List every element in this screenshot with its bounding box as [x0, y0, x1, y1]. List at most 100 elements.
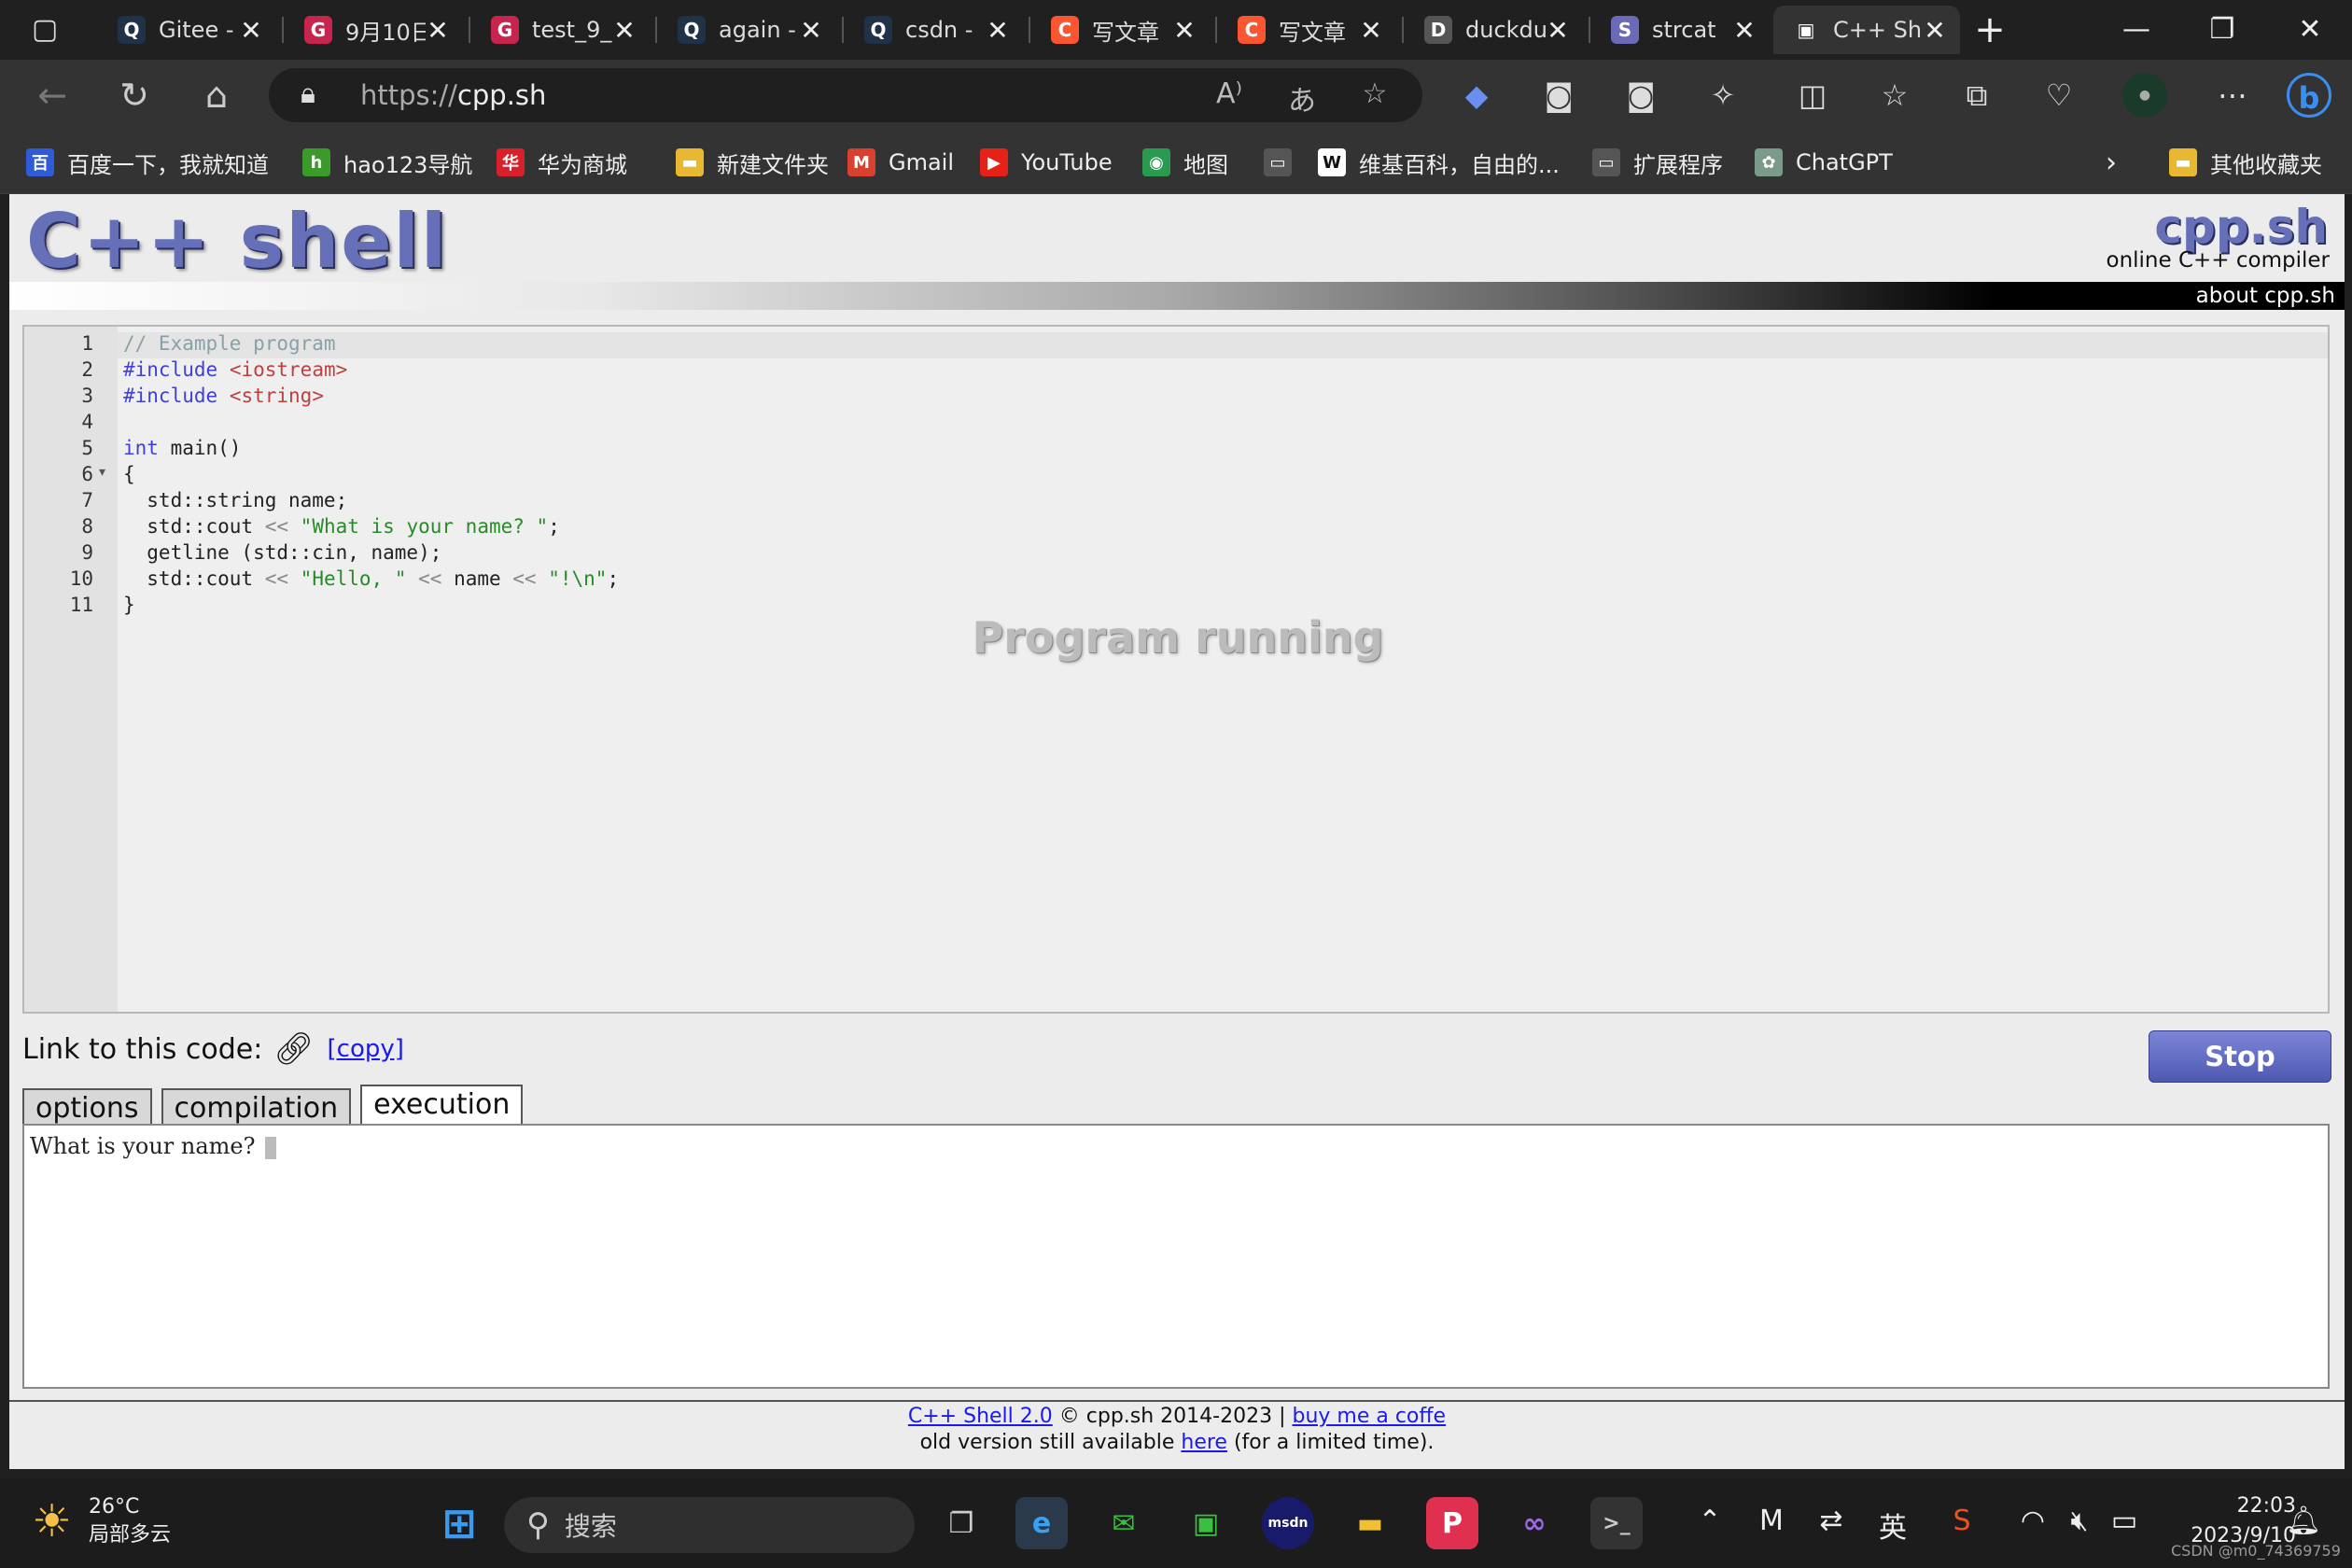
refresh-icon[interactable]: ↻: [110, 71, 159, 119]
tab-close-icon[interactable]: ✕: [1923, 15, 1947, 46]
browser-tab[interactable]: Dduckdu ✕: [1406, 6, 1583, 54]
bookmark-item[interactable]: ▭: [1264, 144, 1305, 181]
bookmark-item[interactable]: ▭ 扩展程序: [1592, 144, 1723, 181]
sogou-icon[interactable]: S: [1943, 1505, 1981, 1537]
performance-icon[interactable]: ♡: [2037, 73, 2081, 118]
tab-compilation[interactable]: compilation: [161, 1088, 352, 1127]
wifi-icon[interactable]: ◠: [2014, 1505, 2051, 1537]
taskbar-search[interactable]: ⚲ 搜索: [504, 1497, 915, 1553]
bookmark-item[interactable]: h hao123导航: [302, 144, 472, 181]
wechat-icon[interactable]: ✉: [1098, 1497, 1150, 1549]
stop-button[interactable]: Stop: [2149, 1030, 2331, 1083]
code-line-6[interactable]: {: [123, 463, 135, 485]
extension-bird-icon[interactable]: ◆: [1454, 73, 1499, 118]
file-explorer-icon[interactable]: ▬: [1344, 1497, 1396, 1549]
bookmark-item[interactable]: ▶ YouTube: [980, 144, 1113, 181]
browser-tab[interactable]: C 写文章 ✕: [1032, 6, 1210, 54]
browser-tab[interactable]: Q Gitee - ✕: [99, 6, 276, 54]
code-line-3[interactable]: #include <string>: [123, 385, 324, 407]
browser-tab[interactable]: Qcsdn - ✕: [846, 6, 1023, 54]
favorite-star-icon[interactable]: ☆: [1355, 77, 1394, 110]
tab-close-icon[interactable]: ✕: [1172, 15, 1197, 46]
about-link[interactable]: about cpp.sh: [2196, 284, 2335, 308]
restore-button[interactable]: ❐: [2190, 7, 2255, 52]
browser-tab[interactable]: Qagain - ✕: [659, 6, 836, 54]
bing-copilot-icon[interactable]: b: [2287, 73, 2331, 118]
tab-actions-icon[interactable]: ▢: [22, 15, 67, 45]
start-windows-icon[interactable]: ⊞: [433, 1497, 485, 1549]
tab-close-icon[interactable]: ✕: [1359, 15, 1383, 46]
bookmark-item[interactable]: M Gmail: [847, 144, 954, 181]
code-line-8[interactable]: std::cout << "What is your name? ";: [123, 515, 560, 538]
more-menu-icon[interactable]: ⋯: [2210, 73, 2255, 118]
pdf-app-icon[interactable]: P: [1426, 1497, 1478, 1549]
ime-indicator[interactable]: 英: [1874, 1505, 1911, 1546]
bookmark-item[interactable]: 百百度一下，我就知道: [26, 144, 269, 181]
extension-glasses-icon[interactable]: ◙: [1536, 73, 1581, 118]
profile-avatar[interactable]: ●: [2122, 73, 2167, 118]
browser-tab[interactable]: Gtest_9_ ✕: [472, 6, 650, 54]
battery-icon[interactable]: ▭: [2106, 1505, 2143, 1537]
cpp-shell-version-link[interactable]: C++ Shell 2.0: [908, 1405, 1053, 1428]
collections-icon[interactable]: ⧉: [1954, 73, 1999, 118]
bookmark-item[interactable]: W 维基百科，自由的...: [1318, 144, 1560, 181]
home-icon[interactable]: ⌂: [192, 71, 241, 119]
lock-icon[interactable]: 🔒︎: [301, 77, 315, 110]
browser-tab[interactable]: ▣ C++ Sh ✕: [1773, 6, 1960, 54]
bookmark-item[interactable]: ✿ ChatGPT: [1755, 144, 1893, 181]
bookmarks-overflow-chevron-icon[interactable]: ›: [2106, 144, 2117, 181]
minimize-button[interactable]: —: [2104, 7, 2169, 52]
visual-studio-icon[interactable]: ∞: [1508, 1497, 1561, 1549]
tray-expand-icon[interactable]: ⌃: [1691, 1505, 1729, 1537]
msdn-icon[interactable]: msdn: [1262, 1497, 1314, 1549]
back-icon[interactable]: ←: [28, 71, 77, 119]
volume-muted-icon[interactable]: 🔇︎: [2061, 1505, 2098, 1537]
tab-options[interactable]: options: [22, 1088, 152, 1127]
tab-close-icon[interactable]: ✕: [799, 15, 823, 46]
link-chain-icon[interactable]: 🔗︎: [273, 1030, 314, 1068]
tray-settings-icon[interactable]: ⇄: [1813, 1505, 1850, 1537]
bookmark-item[interactable]: 华华为商城: [497, 144, 627, 181]
address-bar[interactable]: 🔒︎ https://cpp.sh A⁾ あ ☆: [269, 68, 1422, 122]
code-line-5[interactable]: int main(): [123, 437, 241, 459]
tab-close-icon[interactable]: ✕: [239, 15, 263, 46]
extensions-puzzle-icon[interactable]: ✧: [1701, 73, 1745, 118]
execution-console[interactable]: What is your name?: [22, 1124, 2330, 1389]
weather-widget[interactable]: ☀ 26°C 局部多云: [32, 1493, 171, 1549]
tab-close-icon[interactable]: ✕: [986, 15, 1010, 46]
brand-title[interactable]: cpp.sh: [2154, 200, 2328, 254]
close-window-button[interactable]: ✕: [2277, 7, 2343, 52]
fold-toggle-icon[interactable]: ▾: [99, 465, 105, 480]
code-line-9[interactable]: getline (std::cin, name);: [123, 541, 441, 564]
code-line-10[interactable]: std::cout << "Hello, " << name << "!\n";: [123, 567, 619, 590]
monitor-app-icon[interactable]: ▣: [1180, 1497, 1232, 1549]
tab-close-icon[interactable]: ✕: [426, 15, 450, 46]
browser-tab[interactable]: G 9月10日 ✕: [286, 6, 463, 54]
edge-browser-icon[interactable]: e: [1015, 1497, 1068, 1549]
old-version-here-link[interactable]: here: [1181, 1431, 1227, 1454]
cpp-shell-logo[interactable]: C++ shell: [26, 198, 448, 285]
tab-execution[interactable]: execution: [360, 1085, 524, 1127]
browser-tab[interactable]: C 写文章 ✕: [1219, 6, 1396, 54]
copy-link[interactable]: [copy]: [328, 1035, 404, 1063]
bookmark-other-folder[interactable]: ▬ 其他收藏夹: [2169, 144, 2322, 181]
code-line-1[interactable]: // Example program: [123, 332, 336, 355]
new-tab-button[interactable]: +: [1969, 9, 2010, 50]
code-line-7[interactable]: std::string name;: [123, 489, 347, 511]
buy-coffee-link[interactable]: buy me a coffe: [1292, 1405, 1446, 1428]
task-view-icon[interactable]: ❐: [935, 1497, 987, 1549]
translate-icon[interactable]: あ: [1282, 77, 1322, 119]
bookmark-item[interactable]: ◉ 地图: [1142, 144, 1228, 181]
tab-close-icon[interactable]: ✕: [612, 15, 637, 46]
url-text[interactable]: https://cpp.sh: [360, 79, 546, 111]
notification-bell-icon[interactable]: 🔔︎: [2285, 1505, 2322, 1537]
tray-app-icon[interactable]: Ⅿ: [1753, 1505, 1790, 1537]
split-screen-icon[interactable]: ◫: [1790, 73, 1835, 118]
extension-glasses-2-icon[interactable]: ◙: [1618, 73, 1663, 118]
tab-close-icon[interactable]: ✕: [1732, 15, 1757, 46]
terminal-icon[interactable]: >_: [1590, 1497, 1643, 1549]
code-editor[interactable]: 1 2 3 4 5 6 7 8 9 10 11 ▾ // Example program #incl…: [22, 325, 2330, 1014]
bookmark-item[interactable]: ▬ 新建文件夹: [676, 144, 829, 181]
code-line-2[interactable]: #include <iostream>: [123, 358, 347, 381]
favorites-icon[interactable]: ☆: [1872, 73, 1917, 118]
